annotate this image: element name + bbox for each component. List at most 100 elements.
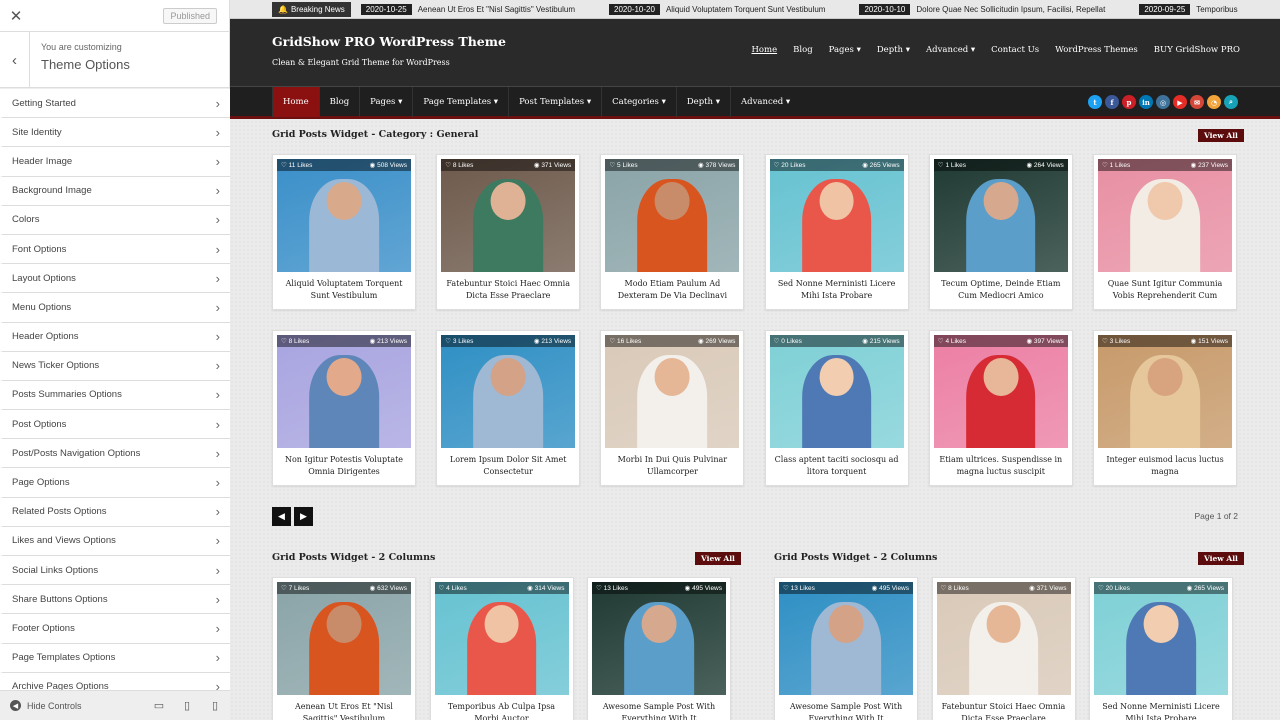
post-card[interactable]: ♡ 0 Likes ◉ 215 Views Class aptent taciti …: [764, 330, 909, 486]
ticker-link[interactable]: Aliquid Voluptatem Torquent Sunt Vestibu…: [666, 5, 826, 14]
sidebar-item[interactable]: Font Options ›: [0, 234, 230, 265]
sidebar-item[interactable]: Background Image ›: [0, 176, 230, 206]
post-title-link[interactable]: Sed Nonne Merninisti Licere Mihi Ista Pr…: [1094, 701, 1228, 720]
ticker-link[interactable]: Aenean Ut Eros Et "Nisl Sagittis" Vestib…: [418, 5, 575, 14]
hide-controls-label[interactable]: Hide Controls: [27, 701, 82, 711]
post-title-link[interactable]: Aenean Ut Eros Et "Nisl Sagittis" Vestib…: [277, 701, 411, 720]
sidebar-item[interactable]: Post Options ›: [0, 410, 230, 440]
post-title-link[interactable]: Class aptent taciti sociosqu ad litora t…: [770, 454, 904, 478]
post-thumbnail[interactable]: ♡ 8 Likes ◉ 371 Views: [936, 582, 1071, 695]
post-thumbnail[interactable]: ♡ 13 Likes ◉ 495 Views: [779, 582, 913, 695]
likes-count[interactable]: ♡ 13 Likes: [596, 584, 628, 592]
sidebar-item[interactable]: Menu Options ›: [0, 293, 230, 323]
facebook-icon[interactable]: f: [1105, 95, 1119, 109]
youtube-icon[interactable]: ▶: [1173, 95, 1187, 109]
sidebar-item[interactable]: Site Identity ›: [0, 118, 230, 148]
post-title-link[interactable]: Fatebuntur Stoici Haec Omnia Dicta Esse …: [937, 701, 1071, 720]
prev-page-button[interactable]: ◀: [272, 507, 291, 526]
post-thumbnail[interactable]: ♡ 7 Likes ◉ 632 Views: [277, 582, 411, 695]
top-nav-item[interactable]: Pages ▾: [829, 45, 861, 55]
likes-count[interactable]: ♡ 3 Likes: [445, 337, 473, 345]
post-thumbnail[interactable]: ♡ 4 Likes ◉ 397 Views: [933, 335, 1068, 448]
post-title-link[interactable]: Awesome Sample Post With Everything With…: [592, 701, 726, 720]
main-nav-item[interactable]: Post Templates ▾: [508, 86, 601, 117]
sidebar-item[interactable]: Related Posts Options ›: [0, 497, 230, 527]
likes-count[interactable]: ♡ 5 Likes: [609, 161, 637, 169]
post-card[interactable]: ♡ 5 Likes ◉ 378 Views Modo Etiam Paulum Ad…: [600, 154, 745, 310]
sidebar-item[interactable]: News Ticker Options ›: [0, 351, 230, 381]
post-thumbnail[interactable]: ♡ 5 Likes ◉ 378 Views: [605, 159, 740, 272]
tablet-preview-icon[interactable]: ▯: [181, 700, 193, 712]
main-nav-item[interactable]: Blog: [318, 86, 360, 117]
main-nav-item[interactable]: Page Templates ▾: [412, 86, 508, 117]
sidebar-item[interactable]: Getting Started ›: [0, 89, 230, 119]
email-icon[interactable]: ✉: [1190, 95, 1204, 109]
search-icon[interactable]: ⌕: [1224, 95, 1238, 109]
view-all-button[interactable]: View All: [1198, 129, 1244, 142]
post-title-link[interactable]: Modo Etiam Paulum Ad Dexteram De Via Dec…: [605, 278, 739, 302]
post-thumbnail[interactable]: ♡ 13 Likes ◉ 495 Views: [592, 582, 726, 695]
post-card[interactable]: ♡ 20 Likes ◉ 265 Views Sed Nonne Merninist…: [1089, 577, 1233, 720]
likes-count[interactable]: ♡ 16 Likes: [609, 337, 641, 345]
likes-count[interactable]: ♡ 4 Likes: [439, 584, 467, 592]
next-page-button[interactable]: ▶: [294, 507, 313, 526]
post-thumbnail[interactable]: ♡ 0 Likes ◉ 215 Views: [769, 335, 904, 448]
view-all-button-right[interactable]: View All: [1198, 552, 1244, 565]
close-icon[interactable]: ✕: [0, 0, 32, 32]
post-title-link[interactable]: Aliquid Voluptatem Torquent Sunt Vestibu…: [277, 278, 411, 302]
likes-count[interactable]: ♡ 13 Likes: [783, 584, 815, 592]
sidebar-item[interactable]: Share Buttons Options ›: [0, 585, 230, 615]
post-card[interactable]: ♡ 8 Likes ◉ 371 Views Fatebuntur Stoici Ha…: [931, 577, 1076, 720]
likes-count[interactable]: ♡ 7 Likes: [281, 584, 309, 592]
post-thumbnail[interactable]: ♡ 8 Likes ◉ 371 Views: [441, 159, 576, 272]
sidebar-item[interactable]: Colors ›: [0, 205, 230, 235]
top-nav-item[interactable]: Advanced ▾: [926, 45, 975, 55]
likes-count[interactable]: ♡ 0 Likes: [774, 337, 802, 345]
likes-count[interactable]: ♡ 8 Likes: [941, 584, 969, 592]
sidebar-item[interactable]: Social Links Options ›: [0, 556, 230, 586]
likes-count[interactable]: ♡ 1 Likes: [938, 161, 966, 169]
published-button[interactable]: Published: [163, 8, 217, 24]
likes-count[interactable]: ♡ 20 Likes: [1098, 584, 1130, 592]
likes-count[interactable]: ♡ 8 Likes: [281, 337, 309, 345]
twitter-icon[interactable]: t: [1088, 95, 1102, 109]
instagram-icon[interactable]: ◎: [1156, 95, 1170, 109]
sidebar-item[interactable]: Posts Summaries Options ›: [0, 380, 230, 411]
sidebar-item[interactable]: Header Options ›: [0, 322, 230, 352]
post-thumbnail[interactable]: ♡ 4 Likes ◉ 314 Views: [434, 582, 569, 695]
top-nav-item[interactable]: Depth ▾: [877, 45, 910, 55]
top-nav-item[interactable]: Contact Us: [991, 45, 1039, 55]
top-nav-item[interactable]: Home: [751, 45, 777, 55]
top-nav-item[interactable]: WordPress Themes: [1055, 45, 1138, 55]
linkedin-icon[interactable]: in: [1139, 95, 1153, 109]
post-title-link[interactable]: Fatebuntur Stoici Haec Omnia Dicta Esse …: [441, 278, 575, 302]
post-thumbnail[interactable]: ♡ 3 Likes ◉ 213 Views: [441, 335, 576, 448]
post-title-link[interactable]: Etiam ultrices. Suspendisse in magna luc…: [934, 454, 1068, 478]
post-thumbnail[interactable]: ♡ 1 Likes ◉ 237 Views: [1098, 159, 1232, 272]
post-card[interactable]: ♡ 8 Likes ◉ 371 Views Fatebuntur Stoici Ha…: [436, 154, 581, 310]
post-title-link[interactable]: Sed Nonne Merninisti Licere Mihi Ista Pr…: [770, 278, 904, 302]
post-title-link[interactable]: Integer euismod lacus luctus magna: [1098, 454, 1232, 478]
sidebar-item[interactable]: Header Image ›: [0, 147, 230, 177]
post-card[interactable]: ♡ 1 Likes ◉ 237 Views Quae Sunt Igitur Com…: [1093, 154, 1237, 310]
sidebar-item[interactable]: Page Options ›: [0, 468, 230, 498]
post-card[interactable]: ♡ 3 Likes ◉ 151 Views Integer euismod lacu…: [1093, 330, 1237, 486]
ticker-link[interactable]: Dolore Quae Nec Sollicitudin Ipsum, Faci…: [916, 5, 1105, 14]
post-thumbnail[interactable]: ♡ 16 Likes ◉ 269 Views: [605, 335, 740, 448]
main-nav-item[interactable]: Advanced ▾: [730, 86, 800, 117]
post-thumbnail[interactable]: ♡ 20 Likes ◉ 265 Views: [1094, 582, 1228, 695]
post-card[interactable]: ♡ 20 Likes ◉ 265 Views Sed Nonne Merninist…: [764, 154, 909, 310]
rss-icon[interactable]: ◔: [1207, 95, 1221, 109]
post-thumbnail[interactable]: ♡ 8 Likes ◉ 213 Views: [277, 335, 411, 448]
likes-count[interactable]: ♡ 20 Likes: [774, 161, 806, 169]
post-card[interactable]: ♡ 11 Likes ◉ 508 Views Aliquid Voluptatem …: [272, 154, 416, 310]
main-nav-item[interactable]: Categories ▾: [601, 86, 676, 117]
main-nav-item[interactable]: Home: [272, 86, 319, 117]
mobile-preview-icon[interactable]: ▯: [209, 700, 221, 712]
main-nav-item[interactable]: Depth ▾: [675, 86, 730, 117]
post-title-link[interactable]: Morbi In Dui Quis Pulvinar Ullamcorper: [605, 454, 739, 478]
sidebar-item[interactable]: Layout Options ›: [0, 264, 230, 294]
likes-count[interactable]: ♡ 1 Likes: [1102, 161, 1130, 169]
likes-count[interactable]: ♡ 11 Likes: [281, 161, 312, 169]
post-title-link[interactable]: Quae Sunt Igitur Communia Vobis Reprehen…: [1098, 278, 1232, 302]
